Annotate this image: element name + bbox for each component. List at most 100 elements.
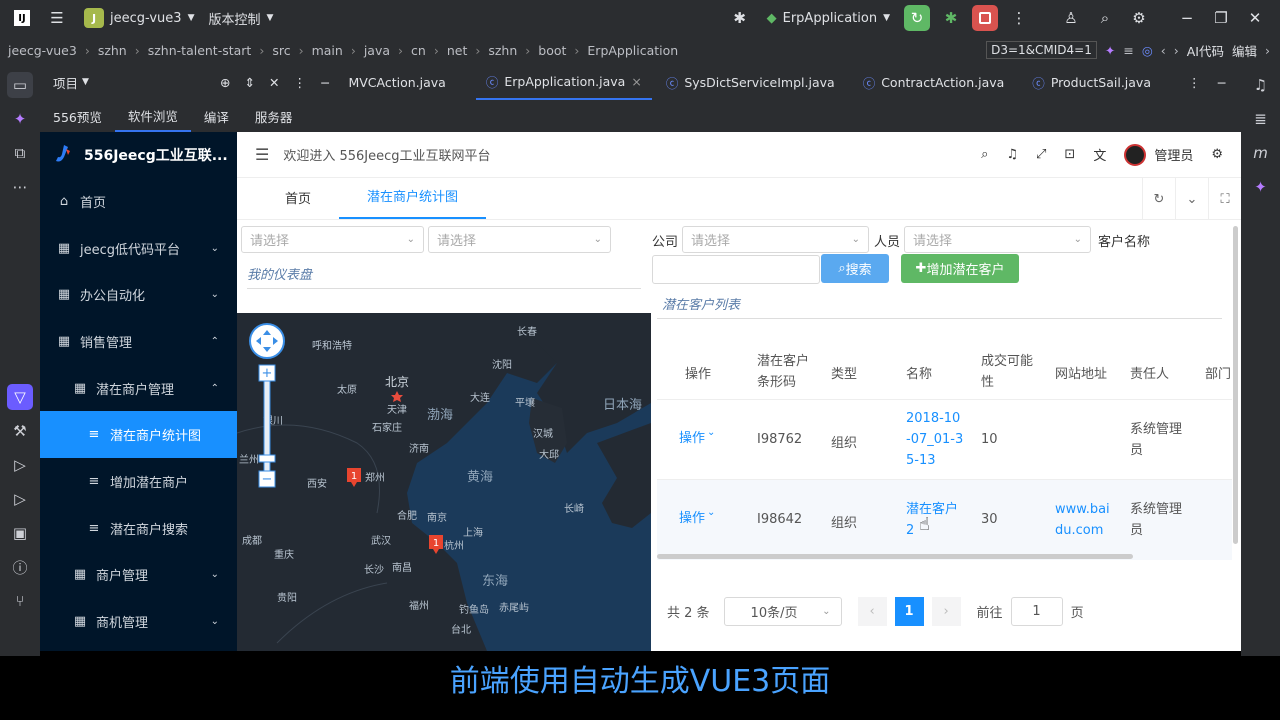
project-label[interactable]: 项目 ▼ [40, 73, 220, 92]
close-tab-icon[interactable]: × [631, 74, 641, 89]
expand-icon[interactable]: ⛶ [1208, 178, 1241, 220]
breadcrumb-item[interactable]: java [364, 43, 390, 58]
minimize-icon[interactable]: − [1217, 75, 1227, 90]
menu-fold-icon[interactable]: ☰ [255, 145, 269, 164]
search-icon[interactable]: ⌕ [1092, 5, 1118, 31]
sidebar-item[interactable]: ⌂ 首页 [40, 178, 237, 225]
breadcrumb-item[interactable]: jeecg-vue3 [8, 43, 77, 58]
app-brand[interactable]: 556Jeecg工业互联... [40, 132, 237, 178]
horizontal-scrollbar[interactable] [657, 554, 1133, 559]
expand-icon[interactable]: ⇕ [244, 75, 254, 90]
page-size-select[interactable]: 10条/页 ⌄ [723, 596, 842, 626]
customer-name-input[interactable] [652, 255, 820, 284]
sidebar-item[interactable]: ▦ 办公自动化 ⌄ [40, 271, 237, 318]
database-icon[interactable]: ≣ [1248, 106, 1274, 132]
sidebar-item[interactable]: ▦ jeecg低代码平台 ⌄ [40, 225, 237, 272]
table-row[interactable]: 操作 ⌄ I98642 组织 潜在客户2 30 www.baidu.com 系统管… [657, 480, 1232, 560]
notifications-icon[interactable]: ♫ [1248, 72, 1274, 98]
tab-chart[interactable]: 潜在商户统计图 [339, 186, 487, 219]
sidebar-item[interactable]: ▦ 商户管理 ⌄ [40, 552, 237, 599]
problems-icon[interactable]: ⓘ [7, 554, 33, 580]
close-icon[interactable]: ✕ [1242, 5, 1268, 31]
row-action-link[interactable]: 操作 [679, 427, 705, 446]
structure-icon[interactable]: ⧉ [7, 140, 33, 166]
file-tab[interactable]: ⓒ SysDictServiceImpl.java [652, 73, 849, 92]
services-icon[interactable]: ▷ [7, 452, 33, 478]
next-page-button[interactable]: › [931, 596, 961, 626]
sidebar-item[interactable]: ▦ 商机管理 ⌄ [40, 598, 237, 645]
edit-label[interactable]: 编辑 [1232, 41, 1257, 60]
search-field[interactable]: D3=1&CMID4=1 [986, 41, 1097, 59]
ai-code-label[interactable]: AI代码 [1187, 41, 1224, 60]
breadcrumb-item[interactable]: szhn-talent-start [148, 43, 252, 58]
breadcrumb-item[interactable]: szhn [98, 43, 127, 58]
cell-name-link[interactable]: 2018-10-07_01-35-13 [906, 408, 964, 471]
minimize-icon[interactable]: − [320, 75, 330, 90]
company-select[interactable]: 请选择 ⌄ [682, 226, 869, 253]
vertical-scrollbar[interactable] [1233, 226, 1238, 544]
prev-page-button[interactable]: ‹ [857, 596, 887, 626]
map-pan-control[interactable] [249, 323, 285, 359]
forward-icon[interactable]: › [1174, 43, 1179, 58]
maven-icon[interactable]: m [1248, 140, 1274, 166]
run-config-selector[interactable]: ◆ ErpApplication ▼ [761, 11, 896, 26]
translate-icon[interactable]: 文 [1093, 145, 1106, 164]
breadcrumb-item[interactable]: cn [411, 43, 426, 58]
build-hammer-icon[interactable]: ⚒ [7, 418, 33, 444]
lock-icon[interactable]: ⊡ [1064, 147, 1075, 162]
folder-icon[interactable]: ▭ [7, 72, 33, 98]
fullscreen-icon[interactable]: ⤢ [1036, 147, 1046, 162]
debug-bug-icon[interactable]: ✱ [727, 5, 753, 31]
table-row[interactable]: 操作 ⌄ I98762 组织 2018-10-07_01-35-13 10 系统管… [657, 400, 1232, 480]
refresh-icon[interactable]: ↻ [1142, 178, 1175, 220]
cell-website-link[interactable]: www.baidu.com [1055, 499, 1113, 541]
tool-tab-browser[interactable]: 软件浏览 [114, 100, 191, 132]
china-map[interactable]: 北京 天津 石家庄 渤海 黄海 东海 日本海 长春 沈阳 大连 平壤 汉城 济南… [237, 313, 651, 651]
sidebar-item[interactable]: ≡ 增加潜在商户 [40, 458, 237, 505]
sidebar-item[interactable]: ▦ 销售管理 ⌃ [40, 318, 237, 365]
ai-sparkle-icon[interactable]: ✦ [7, 106, 33, 132]
bell-icon[interactable]: ♫ [1006, 147, 1018, 162]
vcs-menu[interactable]: 版本控制 ▼ [208, 9, 273, 28]
chevron-right-icon[interactable]: › [1265, 43, 1270, 58]
settings-gear-icon[interactable]: ⚙ [1211, 147, 1223, 162]
add-customer-button[interactable]: ✚ 增加潜在客户 [901, 254, 1019, 283]
close-panel-icon[interactable]: ✕ [269, 75, 279, 90]
breadcrumb-item[interactable]: net [447, 43, 468, 58]
tool-tab-preview[interactable]: 556预览 [40, 100, 115, 132]
git-icon[interactable]: ⑂ [7, 588, 33, 614]
tool-tab-compile[interactable]: 编译 [191, 100, 242, 132]
person-select[interactable]: 请选择 ⌄ [904, 226, 1091, 253]
breadcrumb-item[interactable]: szhn [488, 43, 517, 58]
stop-icon[interactable] [972, 5, 998, 31]
more-icon[interactable]: ⋮ [293, 75, 306, 90]
database-icon[interactable]: ≡ [1123, 43, 1133, 58]
breadcrumb-item[interactable]: ErpApplication [587, 43, 678, 58]
select-filter-1[interactable]: 请选择 ⌄ [241, 226, 424, 253]
debug-icon[interactable]: ✱ [938, 5, 964, 31]
add-user-icon[interactable]: ♙ [1058, 5, 1084, 31]
chevron-down-icon[interactable]: ⌄ [1175, 178, 1208, 220]
chevron-down-icon[interactable]: ⌄ [707, 427, 715, 438]
user-avatar[interactable] [1124, 143, 1147, 166]
chevron-down-icon[interactable]: ⌄ [707, 507, 715, 518]
sidebar-item[interactable]: ≡ 潜在商户统计图 [40, 411, 237, 459]
breadcrumb-item[interactable]: src [272, 43, 290, 58]
file-tab[interactable]: ⓒ ContractAction.java [849, 73, 1019, 92]
cell-name-link[interactable]: 潜在客户2 [906, 499, 964, 541]
row-action-link[interactable]: 操作 [679, 507, 705, 526]
goto-input[interactable]: 1 [1010, 596, 1063, 626]
tool-tab-server[interactable]: 服务器 [242, 100, 306, 132]
locate-icon[interactable]: ⊕ [220, 75, 230, 90]
plugin-icon[interactable]: ▽ [7, 384, 33, 410]
user-name[interactable]: 管理员 [1154, 145, 1193, 164]
sidebar-item[interactable]: ▦ 潜在商户管理 ⌃ [40, 365, 237, 412]
settings-gear-icon[interactable]: ⚙ [1126, 5, 1152, 31]
search-icon[interactable]: ⌕ [981, 147, 988, 162]
current-page[interactable]: 1 [894, 596, 924, 626]
tab-home[interactable]: 首页 [257, 188, 339, 219]
breadcrumb-item[interactable]: main [312, 43, 343, 58]
file-tab-active[interactable]: ⓒ ErpApplication.java × [475, 64, 652, 100]
file-tab[interactable]: MVCAction.java [344, 75, 475, 90]
main-menu-icon[interactable]: ☰ [44, 5, 70, 31]
